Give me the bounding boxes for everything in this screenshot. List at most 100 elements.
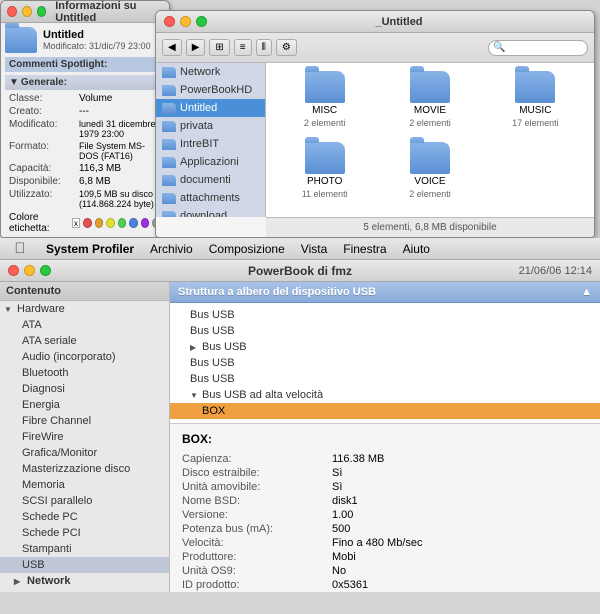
folder-movie[interactable]: MOVIE 2 elementi [379,71,480,138]
sidebar-item-network[interactable]: ▶ Network [0,573,169,589]
folder-photo[interactable]: PHOTO 11 elementi [274,142,375,209]
sidebar-label: Applicazioni [180,156,239,168]
folder-icon-voice [410,142,450,174]
color-dot-yellow[interactable] [106,218,115,228]
zoom-button[interactable] [37,6,47,17]
app-minimize-button[interactable] [24,265,35,276]
info-label: Creato: [9,106,79,117]
sidebar-item-firewire[interactable]: FireWire [0,429,169,445]
sidebar-item-applicazioni[interactable]: Applicazioni [156,153,265,171]
view-icon-button[interactable]: ⊞ [209,39,229,56]
sidebar-item-energia[interactable]: Energia [0,397,169,413]
folder-voice[interactable]: VOICE 2 elementi [379,142,480,209]
menu-aiuto[interactable]: Aiuto [395,240,438,258]
sidebar-item-intrebit[interactable]: IntreBIT [156,135,265,153]
usb-item-1[interactable]: Bus USB [170,307,600,323]
sidebar-item-attachments[interactable]: attachments [156,189,265,207]
detail-row-capienza: Capienza: 116.38 MB [182,452,588,466]
sidebar-item-firewall[interactable]: Firewall [0,589,169,592]
bottom-section:  System Profiler Archivio Composizione … [0,238,600,614]
view-list-button[interactable]: ≡ [234,39,252,56]
sidebar-item-bluetooth[interactable]: Bluetooth [0,365,169,381]
sidebar-item-untitled[interactable]: Untitled [156,99,265,117]
sidebar-item-powerbookhd[interactable]: PowerBookHD [156,81,265,99]
detail-key: Velocità: [182,537,332,549]
sidebar-label: privata [180,120,213,132]
info-label: Capacità: [9,163,79,174]
folder-count-voice: 2 elementi [409,189,451,199]
sidebar-item-stampanti[interactable]: Stampanti [0,541,169,557]
finder-close-button[interactable] [164,16,175,27]
color-dot-purple[interactable] [141,218,150,228]
sidebar-item-grafica[interactable]: Grafica/Monitor [0,445,169,461]
usb-item-highspeed[interactable]: ▼Bus USB ad alta velocità [170,387,600,403]
usb-item-box[interactable]: BOX [170,403,600,419]
finder-minimize-button[interactable] [180,16,191,27]
detail-key: Disco estraibile: [182,467,332,479]
folder-name-music: MUSIC [519,105,551,116]
apple-menu[interactable]:  [8,240,32,257]
forward-button[interactable]: ▶ [186,39,206,56]
sidebar-item-privata[interactable]: privata [156,117,265,135]
usb-item-2[interactable]: Bus USB [170,323,600,339]
folder-misc[interactable]: MISC 2 elementi [274,71,375,138]
sidebar-item-scsi[interactable]: SCSI parallelo [0,493,169,509]
detail-val: 1.00 [332,509,353,521]
color-dot-red[interactable] [83,218,92,228]
sidebar-item-memoria[interactable]: Memoria [0,477,169,493]
app-body: Contenuto ▼ Hardware ATA ATA seriale Aud… [0,282,600,592]
info-label: Formato: [9,141,79,161]
color-dot-green[interactable] [118,218,127,228]
triangle-icon: ▼ [9,77,19,88]
app-window-date: 21/06/06 12:14 [519,265,592,277]
action-button[interactable]: ⚙ [276,39,297,56]
sidebar-item-schede-pc[interactable]: Schede PC [0,509,169,525]
minimize-button[interactable] [22,6,32,17]
color-dot-orange[interactable] [95,218,104,228]
sidebar-item-documenti[interactable]: documenti [156,171,265,189]
sidebar-item-audio[interactable]: Audio (incorporato) [0,349,169,365]
close-button[interactable] [7,6,17,17]
back-button[interactable]: ◀ [162,39,182,56]
app-zoom-button[interactable] [40,265,51,276]
info-row-capacita: Capacità: 116,3 MB [5,162,165,175]
view-col-button[interactable]: ⫴ [256,39,272,56]
detail-row-potenza: Potenza bus (mA): 500 [182,522,588,536]
content-sidebar: Contenuto ▼ Hardware ATA ATA seriale Aud… [0,282,170,592]
sidebar-item-ata-seriale[interactable]: ATA seriale [0,333,169,349]
menu-archivio[interactable]: Archivio [142,240,201,258]
sidebar-item-usb[interactable]: USB [0,557,169,573]
sidebar-item-download[interactable]: download [156,207,265,217]
device-title: BOX: [182,432,588,446]
sidebar-item-masterizzazione[interactable]: Masterizzazione disco [0,461,169,477]
folder-count-movie: 2 elementi [409,118,451,128]
usb-item-3[interactable]: ▶Bus USB [170,339,600,355]
sidebar-item-fibre[interactable]: Fibre Channel [0,413,169,429]
finder-zoom-button[interactable] [196,16,207,27]
no-color-option[interactable]: x [72,218,81,228]
menu-vista[interactable]: Vista [293,240,335,258]
app-close-button[interactable] [8,265,19,276]
menu-app-name[interactable]: System Profiler [38,240,142,258]
sidebar-item-schede-pci[interactable]: Schede PCI [0,525,169,541]
usb-item-4[interactable]: Bus USB [170,355,600,371]
color-dot-blue[interactable] [129,218,138,228]
usb-item-5[interactable]: Bus USB [170,371,600,387]
sidebar-item-diagnosi[interactable]: Diagnosi [0,381,169,397]
detail-area: Struttura a albero del dispositivo USB ▲… [170,282,600,592]
sidebar-label: Untitled [180,102,217,114]
folder-music[interactable]: MUSIC 17 elementi [485,71,586,138]
detail-key: Versione: [182,509,332,521]
menu-composizione[interactable]: Composizione [201,240,293,258]
sidebar-item-ata[interactable]: ATA [0,317,169,333]
folder-name-movie: MOVIE [414,105,446,116]
folder-icon [5,27,37,53]
top-section: Informazioni su Untitled Untitled Modifi… [0,0,600,238]
search-box[interactable]: 🔍 [488,40,588,56]
info-value: Volume [79,93,112,104]
folder-count-photo: 11 elementi [302,189,348,199]
general-section-header: ▼ Generale: [5,75,165,90]
sidebar-item-network[interactable]: Network [156,63,265,81]
menu-finestra[interactable]: Finestra [335,240,394,258]
sidebar-hardware[interactable]: ▼ Hardware [0,301,169,317]
